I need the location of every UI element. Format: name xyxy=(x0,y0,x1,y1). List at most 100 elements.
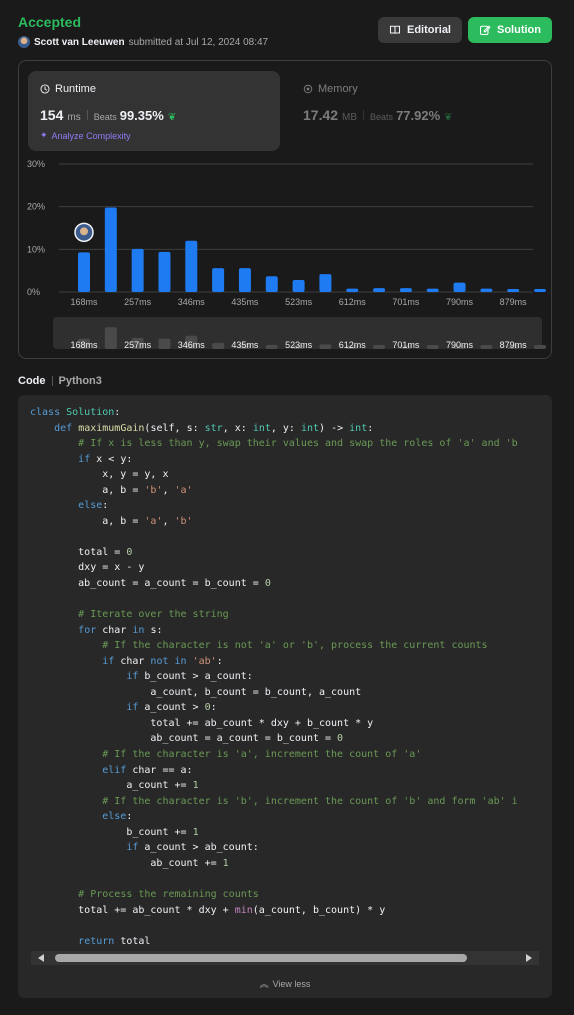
code-token: a_count, b_count = b_count, a_count xyxy=(30,686,362,698)
code-line: else: xyxy=(30,498,518,514)
code-token: a, b = xyxy=(30,515,145,527)
overview-bar xyxy=(212,342,225,349)
code-content[interactable]: class Solution: def maximumGain(self, s:… xyxy=(30,405,518,949)
overview-bar xyxy=(534,345,546,349)
chart-bar[interactable] xyxy=(78,252,90,292)
chart-bar[interactable] xyxy=(480,288,493,292)
code-line: # If the character is 'b', increment the… xyxy=(30,794,517,810)
clock-icon xyxy=(40,84,50,94)
chart-bar[interactable] xyxy=(265,276,278,292)
language-label: Python3 xyxy=(58,375,102,387)
memory-stats: 17.42 MB Beats 77.92% ❦ xyxy=(303,107,453,123)
chart-bar[interactable] xyxy=(534,289,546,292)
memory-beats-label: Beats xyxy=(370,112,394,122)
chart-bar[interactable] xyxy=(158,251,171,292)
y-tick-label: 10% xyxy=(27,244,45,254)
code-line: else: xyxy=(30,809,518,825)
submission-status: Accepted xyxy=(18,14,82,30)
view-less-label: View less xyxy=(272,978,311,989)
x-tick-label: 346ms xyxy=(178,297,206,307)
chart-bar[interactable] xyxy=(238,268,251,292)
scroll-right-icon[interactable] xyxy=(526,954,532,962)
chart-bar[interactable] xyxy=(507,289,520,292)
chart-bar[interactable] xyxy=(346,288,359,292)
code-token: b_count += xyxy=(30,826,193,838)
divider xyxy=(86,110,88,120)
scroll-left-icon[interactable] xyxy=(38,954,44,962)
chart-bar[interactable] xyxy=(185,240,198,292)
code-line: ab_count = a_count = b_count = 0 xyxy=(30,576,518,592)
code-line: # If x is less than y, swap their values… xyxy=(30,436,518,452)
code-token: b_count > a_count: xyxy=(144,671,253,683)
submitter-name[interactable]: Scott van Leeuwen xyxy=(34,37,125,48)
view-less-button[interactable]: ︽ View less xyxy=(18,977,552,990)
runtime-card[interactable]: Runtime 154 ms Beats 99.35% ❦ ✦ Analyze … xyxy=(28,71,280,151)
overview-bar xyxy=(373,345,386,349)
code-editor[interactable]: class Solution: def maximumGain(self, s:… xyxy=(18,395,552,998)
x-tick-label: 879ms xyxy=(500,297,528,307)
code-token: , xyxy=(162,484,175,496)
memory-unit: MB xyxy=(342,112,358,123)
scrollbar-thumb[interactable] xyxy=(55,954,467,962)
x-tick-label: 523ms xyxy=(285,297,313,307)
code-label: Code xyxy=(18,375,46,387)
code-line: for char in s: xyxy=(30,623,518,639)
code-token: ) -> xyxy=(319,422,350,434)
code-line: total = 0 xyxy=(30,545,518,561)
code-token: 'b' xyxy=(174,515,193,527)
avatar[interactable] xyxy=(18,36,30,48)
chart-bar[interactable] xyxy=(426,288,439,292)
runtime-unit: ms xyxy=(67,112,81,123)
overview-tick-label: 346ms xyxy=(178,340,206,350)
solution-button[interactable]: Solution xyxy=(468,17,552,43)
code-token: if xyxy=(78,453,97,465)
code-line: a, b = 'a', 'b' xyxy=(30,514,518,530)
overview-tick-label: 701ms xyxy=(392,340,420,350)
code-token: : xyxy=(216,655,223,667)
analyze-complexity-link[interactable]: ✦ Analyze Complexity xyxy=(40,130,131,141)
code-token: 0 xyxy=(126,546,133,558)
x-tick-label: 612ms xyxy=(339,297,367,307)
overview-tick-label: 523ms xyxy=(285,340,313,350)
code-token: total = xyxy=(30,546,127,558)
chart-bar[interactable] xyxy=(131,248,144,292)
code-token: a_count > ab_count: xyxy=(144,842,259,854)
code-line: if a_count > ab_count: xyxy=(30,840,518,856)
editorial-button[interactable]: Editorial xyxy=(378,17,462,43)
chart-bar[interactable] xyxy=(319,274,332,292)
chart-bar[interactable] xyxy=(373,288,386,292)
chart-bar[interactable] xyxy=(292,280,305,292)
code-token: if xyxy=(126,671,145,683)
code-token: # Process the remaining counts xyxy=(78,888,259,900)
x-tick-label: 257ms xyxy=(124,297,152,307)
memory-card[interactable]: Memory 17.42 MB Beats 77.92% ❦ xyxy=(291,71,543,151)
runtime-stats: 154 ms Beats 99.35% ❦ xyxy=(40,107,176,123)
code-line: def maximumGain(self, s: str, x: int, y:… xyxy=(30,421,518,437)
code-line: # If the character is not 'a' or 'b', pr… xyxy=(30,638,518,654)
code-token: char xyxy=(102,624,133,636)
code-line: return total xyxy=(30,934,518,950)
chart-bar[interactable] xyxy=(212,268,225,292)
code-token: total += ab_count * dxy + xyxy=(30,904,235,916)
chart-bar[interactable] xyxy=(104,207,117,292)
code-token: : xyxy=(210,702,217,714)
code-token: min xyxy=(234,904,253,916)
runtime-value: 154 xyxy=(40,107,64,123)
code-token: # If the character is 'a', increment the… xyxy=(102,749,422,761)
code-token: (a_count, b_count) * y xyxy=(252,904,386,916)
editorial-label: Editorial xyxy=(406,24,451,36)
solution-label: Solution xyxy=(497,24,541,36)
code-token: ab_count = a_count = b_count = xyxy=(30,733,338,745)
chart-bar[interactable] xyxy=(453,282,466,292)
code-token: a_count += xyxy=(30,780,193,792)
chart-bar[interactable] xyxy=(399,288,412,292)
code-token: a_count > xyxy=(144,702,205,714)
horizontal-scrollbar[interactable] xyxy=(31,951,539,965)
